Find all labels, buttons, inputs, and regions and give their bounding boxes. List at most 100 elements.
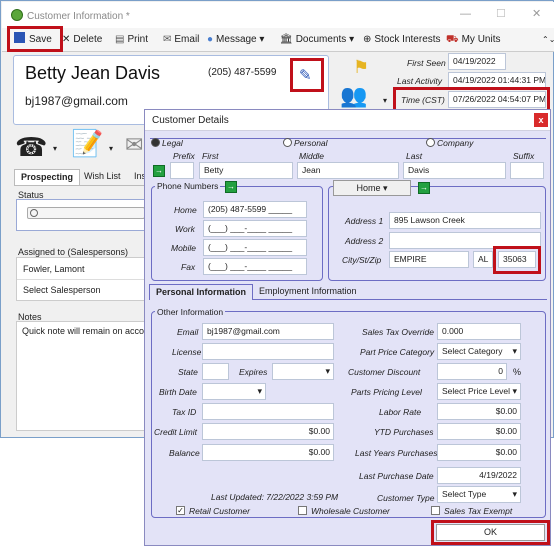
labor-rate-input[interactable]: $0.00 (437, 403, 521, 420)
fax-label: Fax (181, 262, 196, 272)
city-state-zip-label: City/St/Zip (342, 255, 382, 265)
wholesale-customer-label: Wholesale Customer (311, 506, 390, 516)
credit-limit-input[interactable]: $0.00 (202, 423, 334, 440)
suffix-input[interactable] (510, 162, 544, 179)
steering-wheel-icon: ⊕ (363, 34, 372, 45)
phone-numbers-label: Phone Numbers (155, 181, 221, 191)
note-icon[interactable]: 📝 (71, 128, 103, 159)
last-purchase-date-input[interactable]: 4/19/2022 (437, 467, 521, 484)
customer-name: Betty Jean Davis (25, 63, 161, 83)
info-tabs: Personal Information Employment Informat… (149, 284, 547, 300)
message-label: Message (216, 34, 257, 45)
radio-company[interactable] (426, 138, 435, 147)
last-activity-label: Last Activity (397, 76, 443, 86)
stock-interests-label: Stock Interests (374, 34, 441, 45)
chevron-down-icon[interactable]: ▾ (383, 96, 387, 105)
chevron-down-icon[interactable]: ▾ (109, 144, 113, 153)
middle-name-input[interactable]: Jean (297, 162, 399, 179)
customer-discount-input[interactable]: 0 (437, 363, 507, 380)
work-phone-label: Work (175, 224, 195, 234)
dialog-title-bar: Customer Details x (145, 110, 550, 131)
assigned-label: Assigned to (Salespersons) (18, 247, 129, 257)
tax-id-input[interactable] (202, 403, 334, 420)
slider-handle[interactable] (30, 209, 38, 217)
salesperson-item[interactable]: Fowler, Lamont (23, 264, 85, 274)
balance-input[interactable]: $0.00 (202, 444, 334, 461)
license-state-input[interactable] (202, 363, 229, 380)
email-button[interactable]: ✉ Email (163, 31, 199, 49)
last-years-purchases-input[interactable]: $0.00 (437, 444, 521, 461)
my-units-button[interactable]: ⛟ My Units (446, 31, 501, 49)
work-phone-input[interactable]: (___) ___-____ _____ (203, 220, 307, 237)
radio-personal[interactable] (283, 138, 292, 147)
time-value: 07/26/2022 04:54:07 PM (448, 91, 546, 108)
print-button[interactable]: ▤ Print (115, 31, 148, 49)
license-input[interactable] (202, 343, 334, 360)
maximize-button[interactable]: ☐ (496, 7, 506, 20)
ok-button[interactable]: OK (436, 524, 545, 541)
email-input[interactable]: bj1987@gmail.com (202, 323, 334, 340)
toolbar-overflow[interactable]: ⌃⌄ (542, 31, 554, 49)
select-salesperson[interactable]: Select Salesperson (23, 285, 101, 295)
edit-customer-button[interactable]: ✎ (290, 58, 324, 92)
sales-tax-override-input[interactable]: 0.000 (437, 323, 521, 340)
documents-button[interactable]: 🏛 Documents ▾ (280, 31, 354, 49)
prefix-input[interactable] (170, 162, 194, 179)
first-name-input[interactable]: Betty (199, 162, 293, 179)
tab-wish-list[interactable]: Wish List (78, 169, 127, 185)
expires-select[interactable] (272, 363, 334, 380)
license-state-label: State (178, 367, 198, 377)
tab-personal-information[interactable]: Personal Information (149, 284, 254, 300)
app-icon (11, 9, 23, 21)
birth-date-label: Birth Date (159, 387, 197, 397)
last-purchase-date-label: Last Purchase Date (359, 471, 434, 481)
part-price-category-label: Part Price Category (360, 347, 435, 357)
copy-name-button[interactable]: → (153, 165, 165, 177)
address-action-button[interactable]: → (418, 182, 430, 194)
fax-input[interactable]: (___) ___-____ _____ (203, 258, 307, 275)
part-price-category-select[interactable]: Select Category (437, 343, 521, 360)
phone-icon[interactable]: ☎ (15, 132, 47, 163)
flag-icon[interactable]: ⚑ (353, 57, 369, 78)
email-label: Email (177, 327, 199, 337)
dialog-close-button[interactable]: x (534, 113, 548, 127)
wholesale-customer-checkbox[interactable] (298, 506, 307, 515)
minimize-button[interactable]: — (460, 8, 471, 20)
floppy-icon (14, 32, 25, 43)
window-close-button[interactable]: ✕ (532, 7, 541, 20)
city-input[interactable]: EMPIRE (389, 251, 469, 268)
retail-customer-checkbox[interactable]: ✓ (176, 506, 185, 515)
state-input[interactable]: AL (473, 251, 493, 268)
home-phone-input[interactable]: (205) 487-5599 _____ (203, 201, 307, 218)
mobile-phone-label: Mobile (171, 243, 197, 253)
sales-tax-exempt-checkbox[interactable] (431, 506, 440, 515)
people-icon[interactable]: 👥 (340, 83, 367, 109)
radio-legal[interactable] (151, 138, 160, 147)
status-slider[interactable] (27, 207, 145, 219)
address-type-dropdown[interactable]: Home ▾ (333, 180, 411, 196)
stock-interests-button[interactable]: ⊕ Stock Interests (363, 31, 441, 49)
last-name-input[interactable]: Davis (403, 162, 506, 179)
address1-input[interactable]: 895 Lawson Creek (389, 212, 541, 229)
chevron-down-icon[interactable]: ▾ (53, 144, 57, 153)
envelope-icon[interactable]: ✉ (125, 132, 143, 158)
tab-employment-information[interactable]: Employment Information (253, 284, 363, 300)
address1-label: Address 1 (345, 216, 384, 226)
message-button[interactable]: ● Message ▾ (207, 31, 264, 49)
phone-action-button[interactable]: → (225, 181, 237, 193)
mobile-phone-input[interactable]: (___) ___-____ _____ (203, 239, 307, 256)
tab-prospecting[interactable]: Prospecting (14, 169, 81, 185)
birth-date-select[interactable] (202, 383, 266, 400)
toolbar: Save ✕ Delete ▤ Print ✉ Email ● Message ▾ 🏛 D… (2, 26, 554, 52)
ytd-purchases-input[interactable]: $0.00 (437, 423, 521, 440)
documents-label: Documents (295, 34, 347, 45)
address-type-value: Home (356, 183, 381, 193)
customer-type-select[interactable]: Select Type (437, 486, 521, 503)
zip-input[interactable]: 35063 (498, 251, 536, 268)
parts-pricing-level-select[interactable]: Select Price Level (437, 383, 521, 400)
notes-box[interactable]: Quick note will remain on accou (16, 321, 149, 431)
prefix-label: Prefix (173, 151, 195, 161)
company-label: Company (437, 138, 474, 148)
save-button[interactable]: Save (14, 31, 52, 49)
delete-button[interactable]: ✕ Delete (62, 31, 102, 49)
